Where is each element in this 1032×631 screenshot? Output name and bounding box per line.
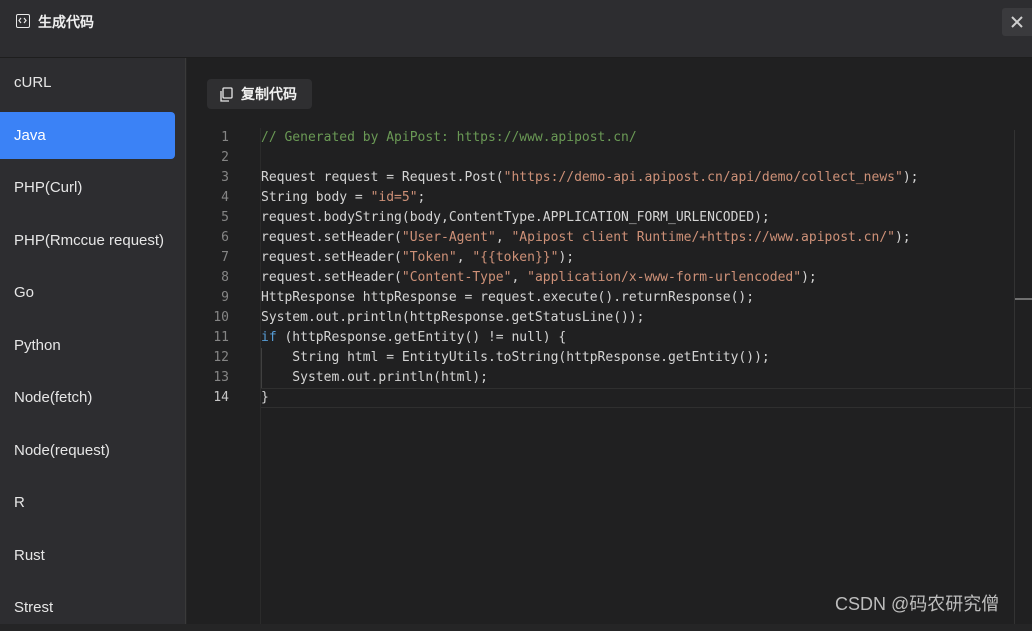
code-panel: 复制代码 1 2 3 4 5 6 7 8 9 10 11 12 13 14 // Generated by… [187, 58, 1032, 624]
close-icon [1011, 16, 1023, 28]
code-line: if (httpResponse.getEntity() != null) { [261, 328, 566, 348]
code-token: (httpResponse.getEntity() != null) { [276, 330, 567, 345]
code-token: , [511, 270, 528, 285]
dialog-header: 生成代码 [0, 0, 1032, 58]
code-token: "https://demo-api.apipost.cn/api/demo/co… [503, 170, 903, 185]
code-token: "Token" [401, 250, 457, 265]
line-number: 6 [221, 230, 229, 245]
watermark: CSDN @码农研究僧 [835, 594, 1000, 614]
code-line: System.out.println(httpResponse.getStatu… [261, 308, 645, 328]
line-number: 8 [221, 270, 229, 285]
code-brackets-icon [16, 14, 30, 28]
code-token: "Content-Type" [401, 270, 512, 285]
code-line: System.out.println(html); [261, 368, 488, 388]
line-number: 7 [221, 250, 229, 265]
line-number: 10 [213, 310, 229, 325]
code-token: ); [801, 270, 817, 285]
sidebar-item-node-request[interactable]: Node(request) [0, 427, 175, 474]
line-number: 9 [221, 290, 229, 305]
code-token: } [261, 390, 269, 405]
sidebar-item-r[interactable]: R [0, 479, 175, 526]
line-number: 13 [213, 370, 229, 385]
code-token: // Generated by ApiPost: https://www.api… [261, 130, 637, 145]
code-token: String body = [261, 190, 371, 205]
copy-code-label: 复制代码 [241, 86, 297, 102]
editor-scrollbar[interactable] [1014, 130, 1032, 624]
copy-icon [220, 87, 233, 102]
sidebar-item-rust[interactable]: Rust [0, 532, 175, 579]
code-token: request.bodyString(body,ContentType.APPL… [261, 210, 770, 225]
sidebar-item-python[interactable]: Python [0, 322, 175, 369]
line-number: 5 [221, 210, 229, 225]
code-token: ); [902, 170, 919, 185]
line-number: 4 [221, 190, 229, 205]
code-line: String html = EntityUtils.toString(httpR… [261, 348, 770, 368]
code-token: request.setHeader( [261, 270, 402, 285]
code-line: HttpResponse httpResponse = request.exec… [261, 288, 754, 308]
sidebar-item-node-fetch[interactable]: Node(fetch) [0, 374, 175, 421]
code-line: request.setHeader("User-Agent", "Apipost… [261, 228, 911, 248]
sidebar-item-php-rmccue[interactable]: PHP(Rmccue request) [0, 217, 175, 264]
code-token: System.out.println(httpResponse.getStatu… [261, 310, 645, 325]
line-number: 3 [221, 170, 229, 185]
code-line: Request request = Request.Post("https://… [261, 168, 918, 188]
code-line: request.bodyString(body,ContentType.APPL… [261, 208, 770, 228]
line-number: 1 [221, 130, 229, 145]
sidebar-item-php-curl[interactable]: PHP(Curl) [0, 164, 175, 211]
dialog-title: 生成代码 [38, 14, 94, 30]
code-token: ); [558, 250, 575, 265]
line-number: 2 [221, 150, 229, 165]
code-token: , [456, 250, 473, 265]
code-line: } [261, 388, 269, 408]
code-token: "id=5" [370, 190, 418, 205]
sidebar-item-curl[interactable]: cURL [0, 59, 175, 106]
language-sidebar: cURL Java PHP(Curl) PHP(Rmccue request) … [0, 58, 186, 624]
current-line-highlight [261, 388, 1031, 408]
line-number: 12 [213, 350, 229, 365]
code-token: System.out.println(html); [261, 370, 488, 385]
line-number: 11 [213, 330, 229, 345]
copy-code-button[interactable]: 复制代码 [207, 79, 312, 109]
code-token: "User-Agent" [401, 230, 496, 245]
line-number: 14 [213, 390, 229, 405]
code-line: // Generated by ApiPost: https://www.api… [261, 128, 637, 148]
close-button[interactable] [1002, 8, 1032, 36]
code-line: String body = "id=5"; [261, 188, 425, 208]
code-token: ; [417, 190, 426, 205]
code-token: "{{token}}" [472, 250, 559, 265]
code-line: request.setHeader("Token", "{{token}}"); [261, 248, 574, 268]
code-token: String html = EntityUtils.toString(httpR… [261, 350, 770, 365]
code-token: HttpResponse httpResponse = request.exec… [261, 290, 755, 305]
code-token: "Apipost client Runtime/+https://www.api… [511, 230, 895, 245]
sidebar-item-go[interactable]: Go [0, 269, 175, 316]
code-token: request.setHeader( [261, 250, 402, 265]
code-token: "application/x-www-form-urlencoded" [527, 270, 802, 285]
code-token: ); [894, 230, 911, 245]
code-token: request.setHeader( [261, 230, 402, 245]
code-token: , [495, 230, 512, 245]
code-token: if [261, 330, 277, 345]
code-line: request.setHeader("Content-Type", "appli… [261, 268, 817, 288]
sidebar-item-java[interactable]: Java [0, 112, 175, 159]
scrollbar-thumb[interactable] [1015, 298, 1032, 300]
code-token: Request request = Request.Post( [261, 170, 504, 185]
code-editor[interactable]: 1 2 3 4 5 6 7 8 9 10 11 12 13 14 // Generated by ApiP… [187, 128, 1032, 624]
